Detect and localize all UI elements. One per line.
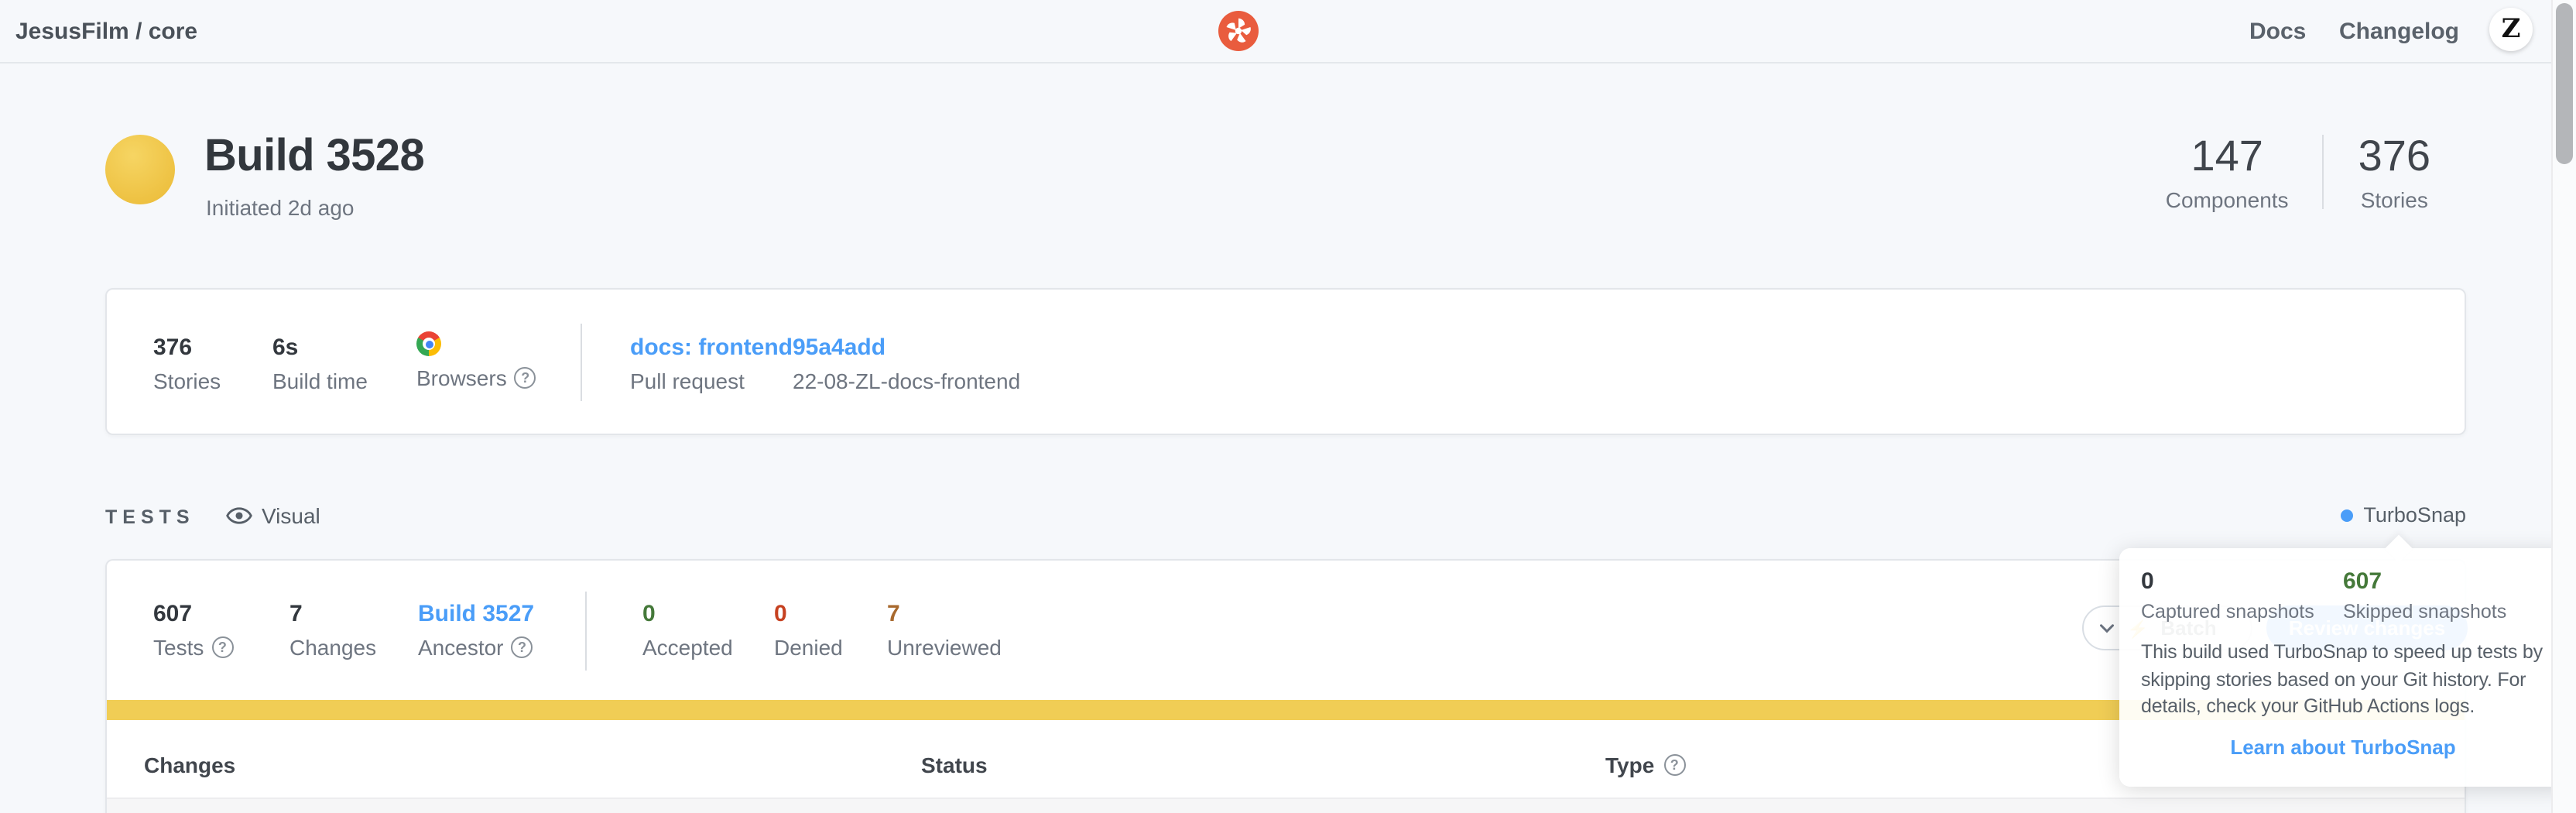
- build-time-value: 6s: [272, 334, 368, 362]
- unreviewed-col: 7 Unreviewed: [887, 601, 1002, 660]
- type-help-icon[interactable]: [1663, 754, 1685, 776]
- unreviewed-label: Unreviewed: [887, 635, 1002, 660]
- stories-value: 376: [153, 334, 221, 362]
- column-header-type: Type: [1605, 753, 1685, 777]
- components-count: 147: [2166, 132, 2289, 181]
- ancestor-col: Build 3527 Ancestor: [418, 601, 534, 660]
- page-title: Build 3528: [204, 132, 424, 183]
- nav-changelog[interactable]: Changelog: [2339, 19, 2459, 45]
- avatar-letter: Z: [2502, 14, 2521, 45]
- page: JesusFilm / core Docs Changelog Z Build …: [0, 0, 2576, 813]
- turbosnap-badge[interactable]: TurboSnap: [2340, 503, 2466, 527]
- stories-label: Stories: [2358, 187, 2430, 212]
- captured-count: 0: [2141, 568, 2343, 595]
- turbosnap-popover: 0 Captured snapshots 607 Skipped snapsho…: [2119, 548, 2570, 787]
- column-header-changes: Changes: [144, 753, 235, 777]
- chrome-browser-icon: [416, 331, 441, 356]
- unreviewed-count: 7: [887, 601, 1002, 629]
- scrollbar-thumb[interactable]: [2556, 3, 2573, 164]
- commit-link[interactable]: 95a4add: [793, 334, 886, 361]
- chevron-down-icon: [2099, 620, 2115, 636]
- pull-request-label: Pull request: [630, 369, 745, 393]
- denied-count: 0: [774, 601, 843, 629]
- captured-label: Captured snapshots: [2141, 601, 2343, 623]
- browsers-label: Browsers: [416, 365, 507, 390]
- pull-request-link[interactable]: docs: frontend: [630, 334, 793, 361]
- turbosnap-label: TurboSnap: [2363, 503, 2466, 527]
- build-summary-card: 376 Stories 6s Build time Browsers docs:…: [105, 288, 2466, 435]
- stories-col: 376 Stories: [153, 334, 221, 393]
- commit-col: 95a4add 22-08-ZL-docs-frontend: [793, 334, 1020, 393]
- chromatic-logo-icon[interactable]: [1218, 11, 1259, 51]
- pull-request-col: docs: frontend Pull request: [630, 334, 793, 393]
- changes-count-col: 7 Changes: [289, 601, 376, 660]
- build-status-icon: [105, 135, 175, 204]
- build-stats: 147 Components 376 Stories: [2132, 132, 2465, 212]
- skipped-label: Skipped snapshots: [2343, 601, 2545, 623]
- learn-about-turbosnap-link[interactable]: Learn about TurboSnap: [2141, 735, 2545, 758]
- accepted-label: Accepted: [642, 635, 733, 660]
- column-header-status: Status: [921, 753, 988, 777]
- tab-visual[interactable]: Visual: [226, 503, 320, 528]
- tests-count: 607: [153, 601, 233, 629]
- stories-stat: 376 Stories: [2324, 132, 2465, 212]
- build-time-label: Build time: [272, 369, 368, 393]
- ancestor-build-link[interactable]: Build 3527: [418, 601, 534, 627]
- popover-stats: 0 Captured snapshots 607 Skipped snapsho…: [2141, 568, 2545, 623]
- tab-visual-label: Visual: [262, 503, 320, 528]
- browsers-help-icon[interactable]: [515, 367, 536, 389]
- components-label: Components: [2166, 187, 2289, 212]
- tests-section-label: TESTS: [105, 506, 195, 528]
- denied-col: 0 Denied: [774, 601, 843, 660]
- tests-card: 607 Tests 7 Changes Build 3527 Ancestor …: [105, 559, 2466, 813]
- ancestor-label: Ancestor: [418, 635, 504, 660]
- eye-icon: [226, 506, 252, 525]
- scrollbar-track[interactable]: [2551, 0, 2576, 813]
- divider: [581, 324, 582, 401]
- captured-snapshots-stat: 0 Captured snapshots: [2141, 568, 2343, 623]
- nav-docs[interactable]: Docs: [2249, 19, 2306, 45]
- skipped-snapshots-stat: 607 Skipped snapshots: [2343, 568, 2545, 623]
- table-row[interactable]: [107, 798, 2465, 813]
- tests-count-label: Tests: [153, 635, 204, 660]
- accepted-col: 0 Accepted: [642, 601, 733, 660]
- breadcrumb[interactable]: JesusFilm / core: [15, 19, 197, 45]
- divider: [585, 592, 587, 671]
- stories-count: 376: [2358, 132, 2430, 181]
- branch-label: 22-08-ZL-docs-frontend: [793, 369, 1020, 393]
- build-time-col: 6s Build time: [272, 334, 368, 393]
- changes-count: 7: [289, 601, 376, 629]
- components-stat: 147 Components: [2132, 132, 2323, 212]
- build-subtitle: Initiated 2d ago: [206, 195, 355, 220]
- app-header: JesusFilm / core Docs Changelog Z: [0, 0, 2551, 63]
- changes-count-label: Changes: [289, 635, 376, 660]
- tests-count-col: 607 Tests: [153, 601, 233, 660]
- ancestor-help-icon[interactable]: [512, 636, 533, 658]
- popover-body-text: This build used TurboSnap to speed up te…: [2141, 640, 2545, 721]
- skipped-count: 607: [2343, 568, 2545, 595]
- avatar[interactable]: Z: [2489, 8, 2533, 51]
- stories-col-label: Stories: [153, 369, 221, 393]
- denied-label: Denied: [774, 635, 843, 660]
- tests-help-icon[interactable]: [211, 636, 233, 658]
- browsers-col: Browsers: [416, 331, 536, 390]
- snapshot-progress-bar: [107, 700, 2465, 720]
- turbosnap-dot-icon: [2340, 509, 2352, 521]
- accepted-count: 0: [642, 601, 733, 629]
